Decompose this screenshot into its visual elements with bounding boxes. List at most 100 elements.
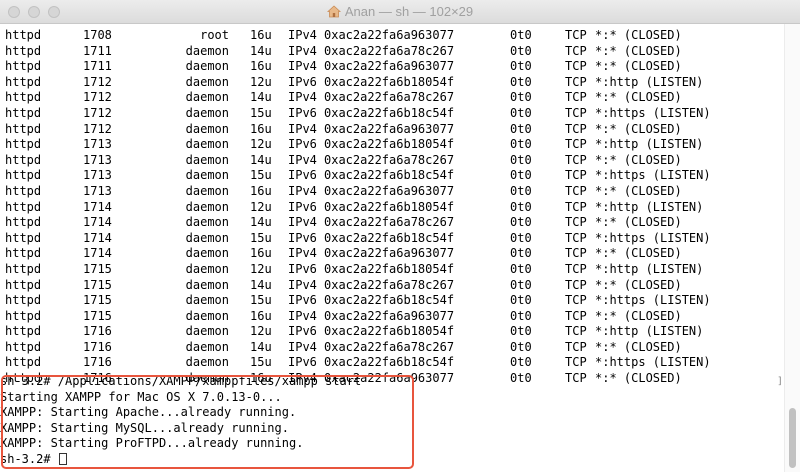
- process-fd: 12u: [250, 324, 272, 339]
- process-node: TCP: [565, 43, 587, 58]
- process-name: *:* (CLOSED): [595, 43, 682, 58]
- process-command: httpd: [5, 215, 42, 230]
- process-command: httpd: [5, 28, 42, 42]
- process-size: 0t0: [510, 246, 532, 261]
- process-fd: 16u: [250, 121, 272, 136]
- process-row: httpd 1712 daemon 12u IPv6 0xac2a22fa6b18054f…: [5, 75, 784, 91]
- process-device: 0xac2a22fa6a963077: [324, 246, 455, 261]
- process-name: *:* (CLOSED): [595, 28, 682, 42]
- process-device: 0xac2a22fa6b18054f: [324, 137, 455, 152]
- process-device: 0xac2a22fa6b18054f: [324, 324, 455, 339]
- prompt-line[interactable]: sh-3.2#: [0, 452, 784, 468]
- process-name: *:http (LISTEN): [595, 199, 704, 214]
- process-command: httpd: [5, 277, 42, 292]
- process-fd: 16u: [250, 183, 272, 198]
- process-pid: 1714: [83, 246, 112, 261]
- process-size: 0t0: [510, 261, 532, 276]
- process-device: 0xac2a22fa6b18c54f: [324, 293, 455, 308]
- process-fd: 15u: [250, 293, 272, 308]
- process-fd: 15u: [250, 105, 272, 120]
- process-command: httpd: [5, 152, 42, 167]
- process-user: daemon: [185, 137, 229, 152]
- process-pid: 1715: [83, 277, 112, 292]
- process-fd: 16u: [250, 246, 272, 261]
- title-bar[interactable]: Anan — sh — 102×29: [0, 0, 800, 24]
- process-row: httpd 1712 daemon 14u IPv4 0xac2a22fa6a78c267…: [5, 90, 784, 106]
- process-size: 0t0: [510, 168, 532, 183]
- process-node: TCP: [565, 168, 587, 183]
- mysql-line: XAMPP: Starting MySQL...already running.: [0, 420, 289, 435]
- process-user: daemon: [185, 59, 229, 74]
- process-type: IPv6: [288, 105, 317, 120]
- process-size: 0t0: [510, 28, 532, 42]
- process-row: httpd 1713 daemon 12u IPv6 0xac2a22fa6b18054f…: [5, 137, 784, 153]
- vertical-scrollbar[interactable]: [784, 24, 800, 472]
- process-name: *:https (LISTEN): [595, 168, 711, 183]
- process-name: *:* (CLOSED): [595, 215, 682, 230]
- process-command: httpd: [5, 90, 42, 105]
- process-fd: 14u: [250, 152, 272, 167]
- process-user: daemon: [185, 152, 229, 167]
- process-name: *:https (LISTEN): [595, 355, 711, 370]
- process-fd: 15u: [250, 355, 272, 370]
- process-type: IPv6: [288, 74, 317, 89]
- process-device: 0xac2a22fa6b18c54f: [324, 230, 455, 245]
- process-pid: 1712: [83, 105, 112, 120]
- process-node: TCP: [565, 28, 587, 42]
- process-pid: 1714: [83, 215, 112, 230]
- process-row: httpd 1715 daemon 12u IPv6 0xac2a22fa6b18054f…: [5, 262, 784, 278]
- scrollbar-thumb[interactable]: [789, 408, 796, 468]
- process-user: root: [200, 28, 229, 42]
- home-folder-icon: [326, 5, 341, 22]
- process-type: IPv4: [288, 90, 317, 105]
- process-size: 0t0: [510, 230, 532, 245]
- process-name: *:* (CLOSED): [595, 152, 682, 167]
- process-node: TCP: [565, 74, 587, 89]
- process-pid: 1713: [83, 137, 112, 152]
- lsof-output: httpd 1708 root 16u IPv4 0xac2a22fa6a963077 0t…: [5, 28, 784, 387]
- process-device: 0xac2a22fa6a963077: [324, 121, 455, 136]
- process-node: TCP: [565, 183, 587, 198]
- process-node: TCP: [565, 324, 587, 339]
- process-row: httpd 1715 daemon 16u IPv4 0xac2a22fa6a963077…: [5, 309, 784, 325]
- process-node: TCP: [565, 308, 587, 323]
- process-pid: 1714: [83, 230, 112, 245]
- process-fd: 14u: [250, 43, 272, 58]
- process-type: IPv4: [288, 277, 317, 292]
- process-row: httpd 1715 daemon 15u IPv6 0xac2a22fa6b18c54f…: [5, 293, 784, 309]
- process-type: IPv4: [288, 339, 317, 354]
- process-row: httpd 1712 daemon 15u IPv6 0xac2a22fa6b18c54f…: [5, 106, 784, 122]
- process-command: httpd: [5, 246, 42, 261]
- process-type: IPv4: [288, 215, 317, 230]
- process-pid: 1716: [83, 324, 112, 339]
- process-size: 0t0: [510, 90, 532, 105]
- process-pid: 1713: [83, 152, 112, 167]
- process-node: TCP: [565, 246, 587, 261]
- process-fd: 16u: [250, 59, 272, 74]
- process-size: 0t0: [510, 43, 532, 58]
- process-name: *:* (CLOSED): [595, 277, 682, 292]
- process-row: httpd 1713 daemon 14u IPv4 0xac2a22fa6a78c267…: [5, 153, 784, 169]
- process-row: httpd 1708 root 16u IPv4 0xac2a22fa6a963077 0t…: [5, 28, 784, 44]
- process-node: TCP: [565, 339, 587, 354]
- process-fd: 15u: [250, 168, 272, 183]
- process-pid: 1712: [83, 121, 112, 136]
- process-name: *:http (LISTEN): [595, 137, 704, 152]
- process-device: 0xac2a22fa6a78c267: [324, 339, 455, 354]
- window-title: Anan — sh — 102×29: [344, 4, 474, 19]
- process-size: 0t0: [510, 137, 532, 152]
- process-fd: 12u: [250, 199, 272, 214]
- process-fd: 14u: [250, 277, 272, 292]
- process-row: httpd 1711 daemon 14u IPv4 0xac2a22fa6a78c267…: [5, 44, 784, 60]
- process-pid: 1715: [83, 293, 112, 308]
- process-size: 0t0: [510, 277, 532, 292]
- process-type: IPv6: [288, 293, 317, 308]
- process-type: IPv6: [288, 355, 317, 370]
- terminal-content[interactable]: httpd 1708 root 16u IPv4 0xac2a22fa6a963077 0t…: [0, 24, 784, 472]
- process-size: 0t0: [510, 293, 532, 308]
- process-size: 0t0: [510, 152, 532, 167]
- process-node: TCP: [565, 215, 587, 230]
- process-user: daemon: [185, 308, 229, 323]
- process-fd: 14u: [250, 339, 272, 354]
- process-row: httpd 1712 daemon 16u IPv4 0xac2a22fa6a963077…: [5, 122, 784, 138]
